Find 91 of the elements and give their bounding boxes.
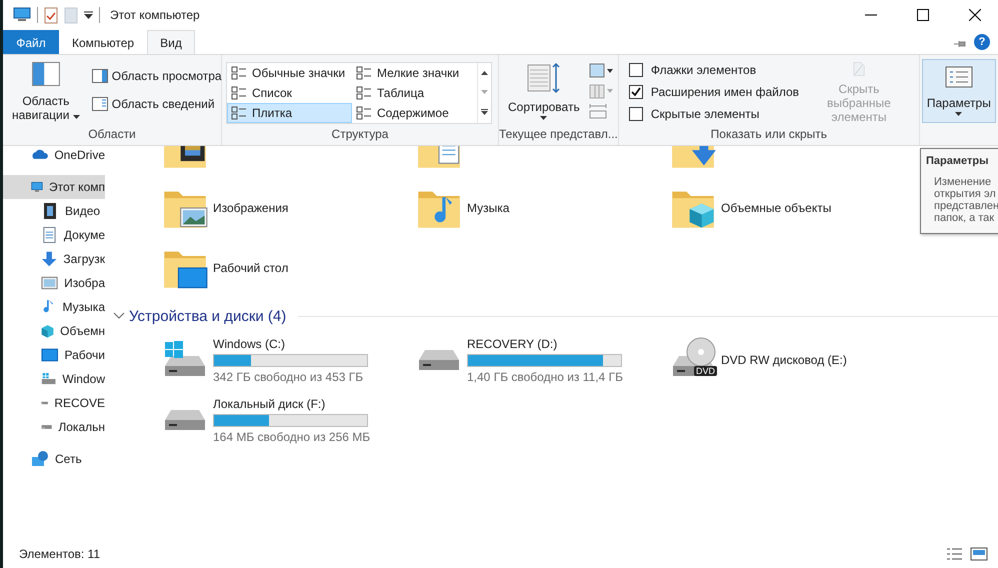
scroll-up-icon[interactable] bbox=[481, 70, 488, 75]
checkbox[interactable] bbox=[628, 85, 643, 99]
layout-option[interactable]: Список bbox=[227, 83, 352, 103]
folder-name[interactable]: Музыка bbox=[467, 201, 510, 215]
details-pane-button[interactable]: Область сведений bbox=[88, 95, 225, 113]
checked-page-icon[interactable] bbox=[44, 6, 58, 24]
layout-option[interactable]: Содержимое bbox=[352, 103, 477, 123]
drive-name[interactable]: Локальный диск (F:) bbox=[213, 396, 370, 410]
checkbox-row[interactable]: Расширения имен файлов bbox=[628, 85, 800, 99]
nav-item[interactable]: Объемн bbox=[3, 319, 105, 343]
expand-icon[interactable] bbox=[481, 109, 488, 116]
group-label: Показать или скрыть bbox=[710, 127, 828, 143]
minimize-icon bbox=[865, 14, 877, 16]
nav-item[interactable]: OneDrive bbox=[3, 146, 105, 167]
drive-icon bbox=[41, 423, 52, 431]
details-view-icon[interactable] bbox=[946, 547, 964, 561]
sort-button[interactable]: Сортировать bbox=[503, 59, 585, 127]
image-icon bbox=[41, 274, 58, 292]
sort-icon bbox=[526, 62, 561, 94]
monitor-icon bbox=[13, 7, 31, 23]
layout-option[interactable]: Таблица bbox=[352, 83, 477, 103]
nav-item[interactable]: RECOVE bbox=[3, 391, 105, 415]
navigation-pane-button[interactable]: Область навигации bbox=[7, 59, 85, 127]
preview-pane-button[interactable]: Область просмотра bbox=[88, 67, 225, 85]
nav-item[interactable]: Изобра bbox=[3, 271, 105, 295]
checkbox-row[interactable]: Скрытые элементы bbox=[628, 107, 800, 121]
folder-name[interactable]: Объемные объекты bbox=[721, 201, 832, 215]
tooltip-text: Изменение открытия эл представлен папок, а так bbox=[933, 176, 998, 224]
folder-name[interactable]: Изображения bbox=[213, 201, 288, 215]
large-icons-view-icon[interactable] bbox=[970, 547, 988, 561]
nav-item[interactable]: Локальн bbox=[3, 415, 105, 439]
frame-icon[interactable] bbox=[588, 63, 613, 79]
file-menu-tab[interactable]: Файл bbox=[3, 30, 59, 54]
help-button[interactable]: ? bbox=[974, 34, 990, 50]
pane-icon bbox=[92, 97, 108, 111]
nav-item[interactable]: Загрузк bbox=[3, 247, 105, 271]
caret-icon bbox=[72, 115, 80, 119]
film-icon bbox=[41, 202, 59, 220]
chevron-icon[interactable] bbox=[113, 312, 125, 320]
layout-icon bbox=[356, 106, 372, 120]
cube-icon bbox=[41, 322, 54, 340]
group-label: Структура bbox=[330, 127, 390, 143]
free-space-text: 164 МБ свободно из 256 МБ bbox=[213, 430, 370, 444]
layout-option[interactable]: Обычные значки bbox=[227, 63, 352, 83]
free-space-text: 342 ГБ свободно из 453 ГБ bbox=[213, 370, 364, 384]
folder-name[interactable]: Рабочий стол bbox=[213, 261, 288, 275]
down-arrow-icon bbox=[41, 250, 58, 268]
layout-icon bbox=[231, 86, 247, 100]
ribbon-tab[interactable]: Компьютер bbox=[59, 30, 148, 54]
network-icon bbox=[31, 450, 49, 468]
caret-icon bbox=[955, 112, 962, 116]
group-label: Области bbox=[87, 127, 137, 143]
drive-name[interactable]: RECOVERY (D:) bbox=[467, 336, 623, 350]
window-title: Этот компьютер bbox=[110, 8, 200, 22]
layout-icon bbox=[231, 66, 247, 80]
section-header[interactable]: Устройства и диски (4) bbox=[129, 308, 286, 324]
item-count: Элементов: 11 bbox=[19, 547, 100, 561]
nav-item[interactable]: Докуме bbox=[3, 223, 105, 247]
nav-item[interactable]: Видео bbox=[3, 199, 105, 223]
checklist-icon bbox=[944, 66, 973, 88]
group-label: Текущее представл... bbox=[499, 127, 618, 143]
checkbox-row[interactable]: Флажки элементов bbox=[628, 63, 800, 77]
dropdown-icon[interactable] bbox=[84, 11, 93, 19]
document-icon bbox=[41, 226, 58, 244]
pane-icon bbox=[30, 62, 61, 86]
close-icon bbox=[969, 9, 981, 21]
layout-icon bbox=[231, 106, 247, 120]
tooltip-title: Параметры bbox=[926, 155, 990, 167]
caret-icon bbox=[540, 116, 548, 120]
options-button[interactable]: Параметры bbox=[922, 59, 996, 123]
column-width-icon[interactable] bbox=[588, 103, 607, 119]
drive-name[interactable]: Windows (C:) bbox=[213, 336, 368, 350]
drive-name[interactable]: DVD RW дисковод (E:) bbox=[721, 353, 847, 367]
nav-item[interactable]: Музыка bbox=[3, 295, 105, 319]
free-space-text: 1,40 ГБ свободно из 11,4 ГБ bbox=[467, 370, 623, 384]
layout-icon bbox=[356, 86, 372, 100]
checkbox[interactable] bbox=[628, 63, 643, 77]
nav-item[interactable]: Этот комп bbox=[3, 175, 105, 199]
nav-item[interactable]: Сеть bbox=[3, 447, 105, 471]
nav-item[interactable]: Window bbox=[3, 367, 105, 391]
pin-icon[interactable] bbox=[954, 41, 966, 47]
drive-icon bbox=[41, 399, 48, 407]
layout-option[interactable]: Плитка bbox=[227, 103, 352, 123]
maximize-icon bbox=[917, 9, 929, 21]
layout-option[interactable]: Мелкие значки bbox=[352, 63, 477, 83]
ribbon-tab[interactable]: Вид bbox=[147, 30, 195, 54]
layout-icon bbox=[356, 66, 372, 80]
pane-icon bbox=[92, 69, 108, 83]
screen-icon bbox=[41, 346, 58, 364]
nav-item[interactable]: Рабочи bbox=[3, 343, 105, 367]
checkbox[interactable] bbox=[628, 107, 643, 121]
